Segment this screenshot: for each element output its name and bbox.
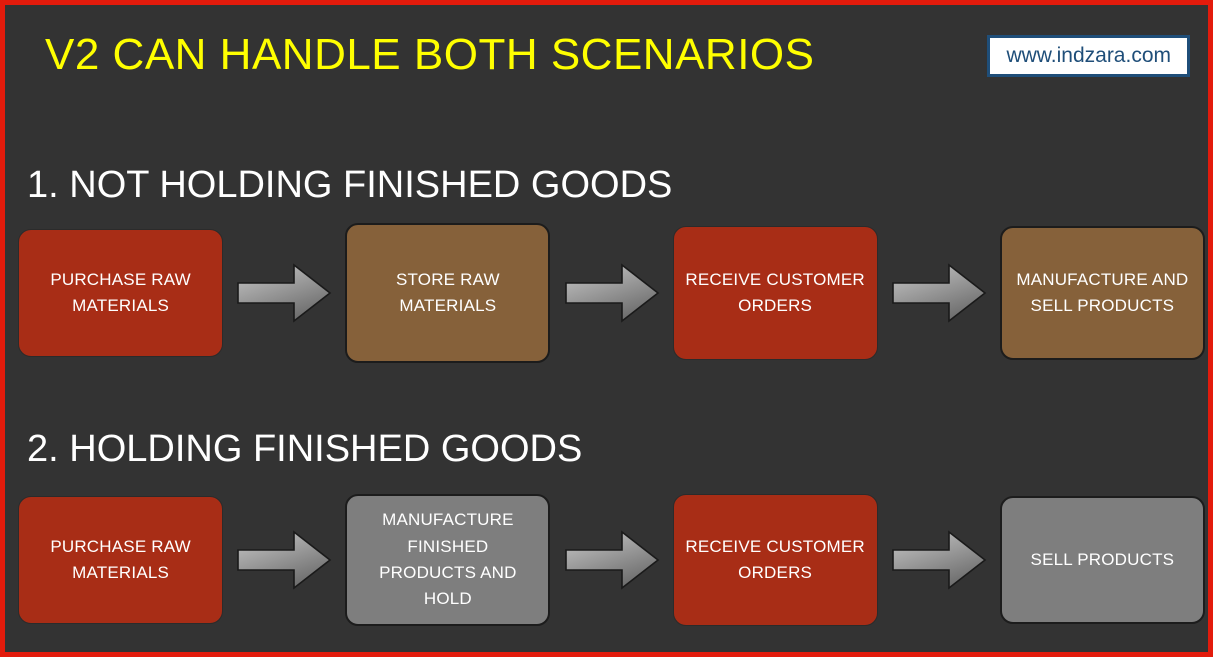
process-step-purchase-raw-materials[interactable]: PURCHASE RAW MATERIALS: [18, 496, 224, 624]
process-step-label: PURCHASE RAW MATERIALS: [50, 536, 191, 582]
flow-connector: [891, 261, 987, 325]
page-title: V2 CAN HANDLE BOTH SCENARIOS: [45, 30, 815, 79]
process-step-label: STORE RAW MATERIALS: [395, 269, 500, 315]
flow-row-2: PURCHASE RAW MATERIALS MANUFACTURE FINISH…: [5, 490, 1208, 630]
section-heading-1: 1. NOT HOLDING FINISHED GOODS: [27, 164, 673, 206]
flow-connector: [891, 528, 987, 592]
arrow-right-icon: [564, 530, 659, 590]
arrow-right-icon: [564, 263, 659, 323]
flow-connector: [236, 528, 332, 592]
logo-url-text: www.indzara.com: [1006, 44, 1171, 67]
process-step-purchase-raw-materials[interactable]: PURCHASE RAW MATERIALS: [18, 229, 224, 357]
section-heading-2: 2. HOLDING FINISHED GOODS: [27, 428, 583, 470]
process-step-store-raw-materials[interactable]: STORE RAW MATERIALS: [345, 223, 551, 363]
flow-row-1: PURCHASE RAW MATERIALS STORE RAW MATERIAL…: [5, 223, 1208, 363]
logo-badge[interactable]: www.indzara.com: [987, 35, 1190, 77]
process-step-sell-products[interactable]: SELL PRODUCTS: [999, 496, 1205, 624]
process-step-manufacture-finished-products-and-hold[interactable]: MANUFACTURE FINISHED PRODUCTS AND HOLD: [345, 494, 551, 626]
process-step-label: RECEIVE CUSTOMER ORDERS: [685, 269, 865, 315]
flow-connector: [564, 261, 660, 325]
process-step-label: MANUFACTURE FINISHED PRODUCTS AND HOLD: [379, 510, 517, 609]
arrow-right-icon: [891, 263, 987, 323]
process-step-receive-customer-orders[interactable]: RECEIVE CUSTOMER ORDERS: [672, 226, 878, 360]
arrow-right-icon: [237, 530, 332, 590]
process-step-label: PURCHASE RAW MATERIALS: [50, 269, 191, 315]
process-step-label: MANUFACTURE AND SELL PRODUCTS: [1016, 269, 1189, 315]
arrow-right-icon: [891, 530, 987, 590]
process-step-label: RECEIVE CUSTOMER ORDERS: [685, 536, 865, 582]
process-step-label: SELL PRODUCTS: [1030, 549, 1175, 569]
flow-connector: [236, 261, 332, 325]
process-step-manufacture-and-sell-products[interactable]: MANUFACTURE AND SELL PRODUCTS: [999, 226, 1205, 360]
flow-connector: [564, 528, 660, 592]
process-step-receive-customer-orders[interactable]: RECEIVE CUSTOMER ORDERS: [672, 494, 878, 626]
slide-canvas: V2 CAN HANDLE BOTH SCENARIOS www.indzara…: [0, 0, 1213, 657]
arrow-right-icon: [237, 263, 332, 323]
